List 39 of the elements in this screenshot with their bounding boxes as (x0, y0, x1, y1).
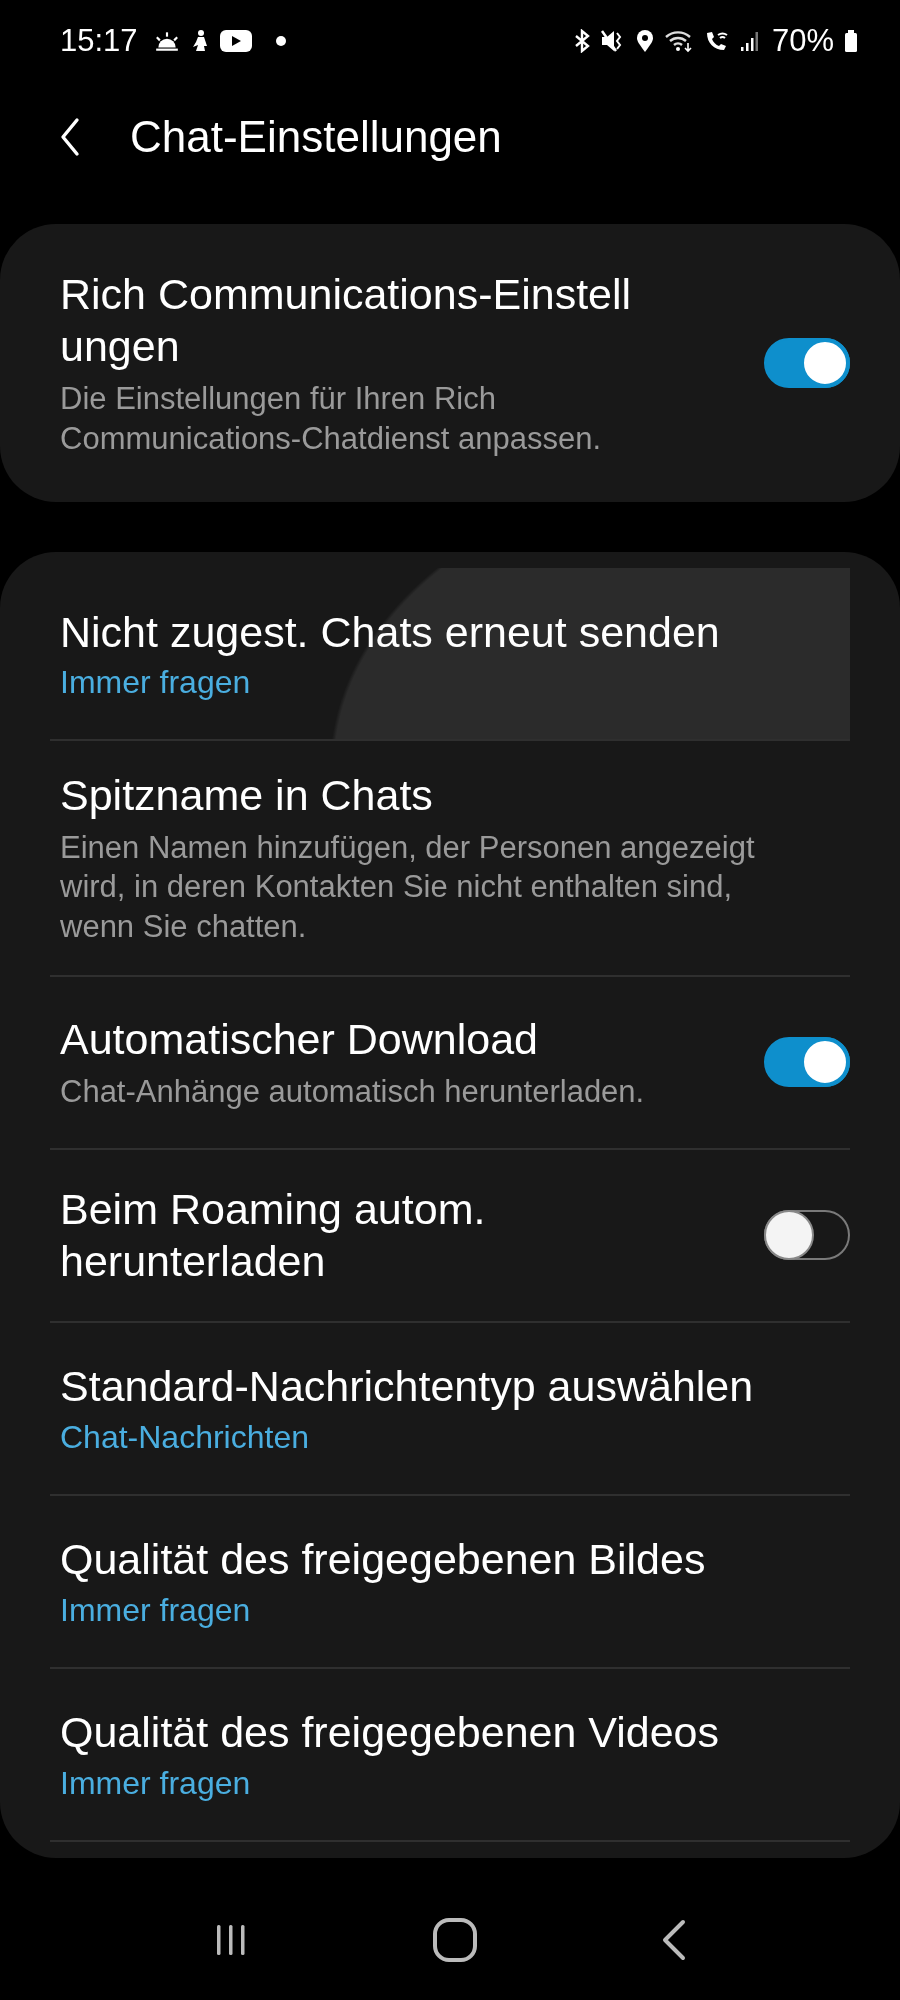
setting-title: Standard-Nachrichtentyp auswählen (60, 1361, 755, 1413)
setting-value: Immer fragen (60, 1591, 252, 1629)
dot-icon (275, 36, 286, 46)
setting-title: Qualität des freigegebenen Videos (60, 1707, 721, 1759)
setting-title: Nicht zugest. Chats erneut senden (60, 607, 721, 658)
settings-row[interactable]: Nicht zugest. Chats erneut senden Immer fragen (50, 568, 850, 742)
weather-icon (153, 30, 180, 52)
settings-row[interactable]: Standard-Nachrichtentyp auswählen Chat-Nachrichten (50, 1322, 850, 1496)
setting-description: Chat-Anhänge automatisch herunterladen. (60, 1072, 646, 1111)
setting-title: Qualität des freigegebenen Bildes (60, 1534, 707, 1586)
home-icon (432, 1917, 478, 1963)
settings-row[interactable]: Qualität des freigegebenen Bildes Immer fragen (50, 1495, 850, 1669)
back-icon (60, 117, 80, 157)
toggle-switch[interactable] (764, 1037, 850, 1088)
clock: 15:17 (60, 23, 138, 59)
setting-description: Die Einstellungen für Ihren Rich Communications-Chatdienst anpassen. (60, 379, 603, 458)
setting-value: Immer fragen (60, 1764, 252, 1802)
setting-description: Einen Namen hinzufügen, der Personen angezeigt wird, in deren Kontakten Sie nicht enthalten sind, wenn Sie chatten. (60, 828, 756, 947)
signal-icon (739, 29, 758, 53)
page-title: Chat-Einstellungen (130, 112, 502, 162)
setting-value: Immer fragen (60, 664, 252, 702)
play-icon (219, 30, 252, 52)
battery-icon (844, 29, 858, 53)
toggle-switch[interactable] (764, 1210, 850, 1261)
settings-row[interactable]: Spitzname in Chats Einen Namen hinzufügen, der Personen angezeigt wird, in deren Kontakten Sie nicht enthalten sind, wenn Sie chatten. (50, 741, 850, 977)
settings-row[interactable]: Beim Roaming autom. herunterladen (50, 1149, 850, 1323)
settings-row[interactable]: Automatischer Download Chat-Anhänge automatisch herunterladen. (50, 976, 850, 1150)
toggle-switch[interactable] (764, 338, 850, 389)
wifi-icon (663, 29, 694, 53)
setting-title: Beim Roaming autom. herunterladen (60, 1183, 487, 1288)
bluetooth-icon (573, 29, 590, 53)
setting-title: Spitzname in Chats (60, 770, 434, 822)
setting-title: Automatischer Download (60, 1014, 540, 1066)
setting-title: Rich Communications-Einstell ungen (60, 269, 633, 373)
battery-level: 70% (771, 23, 834, 59)
setting-value: Chat-Nachrichten (60, 1418, 310, 1456)
settings-row[interactable]: Rich Communications-Einstell ungen Die Einstellungen für Ihren Rich Communications-Chatdienst anpassen. (50, 240, 850, 487)
location-icon (635, 29, 654, 53)
settings-row[interactable]: Qualität des freigegebenen Videos Immer fragen (50, 1668, 850, 1842)
